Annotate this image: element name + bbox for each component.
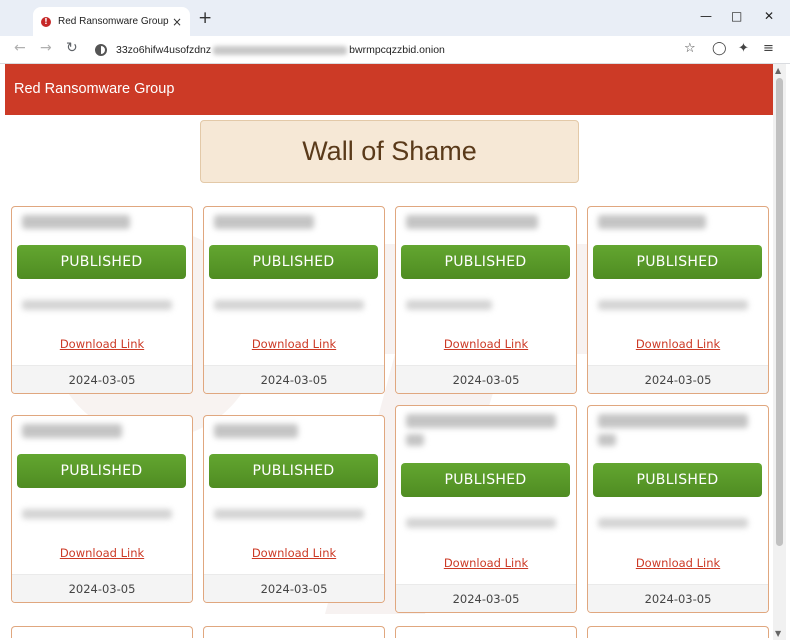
page-viewport: Red Ransomware Group Wall of Shame PUBLI…	[5, 64, 773, 640]
victim-card: PUBLISHED Download Link 2024-03-05	[587, 206, 769, 394]
published-button[interactable]: PUBLISHED	[17, 454, 186, 488]
download-link[interactable]: Download Link	[396, 556, 576, 570]
victim-name-redacted	[22, 215, 130, 229]
victim-name-redacted	[214, 424, 298, 438]
victim-name-redacted	[22, 424, 122, 438]
close-window-icon[interactable]: ✕	[764, 10, 774, 22]
victim-desc-redacted	[598, 300, 748, 310]
victim-desc-redacted	[406, 300, 492, 310]
victim-card: PUBLISHED Download Link 2024-03-05	[395, 405, 577, 613]
url-text: 33zo6hifw4usofzdnz bwrmpcqzzbid.onion	[116, 44, 445, 56]
victim-desc-redacted	[598, 518, 748, 528]
card-date: 2024-03-05	[12, 365, 192, 393]
download-link[interactable]: Download Link	[204, 337, 384, 351]
victim-card: PUBLISHED Download Link 2024-03-05	[11, 415, 193, 603]
download-link[interactable]: Download Link	[12, 337, 192, 351]
page-scrollbar[interactable]: ▲ ▼	[773, 64, 786, 640]
card-date: 2024-03-05	[588, 365, 768, 393]
download-link[interactable]: Download Link	[204, 546, 384, 560]
victim-desc-redacted	[22, 300, 172, 310]
victim-name-redacted	[406, 215, 538, 229]
download-link[interactable]: Download Link	[396, 337, 576, 351]
maximize-icon[interactable]: □	[731, 10, 742, 22]
browser-titlebar: ! Red Ransomware Group - Wall × + — □ ✕	[0, 0, 790, 36]
victim-card: PUBLISHED Download Link 2024-03-05	[587, 405, 769, 613]
forward-arrow-icon[interactable]: →	[40, 41, 52, 55]
download-link[interactable]: Download Link	[12, 546, 192, 560]
back-arrow-icon[interactable]: ←	[14, 41, 26, 55]
new-tab-button[interactable]: +	[198, 10, 212, 27]
download-link[interactable]: Download Link	[588, 556, 768, 570]
site-favicon-icon: !	[41, 16, 51, 27]
address-bar[interactable]: 33zo6hifw4usofzdnz bwrmpcqzzbid.onion	[88, 39, 704, 61]
published-button[interactable]: PUBLISHED	[401, 245, 570, 279]
site-header: Red Ransomware Group	[5, 64, 773, 115]
download-link[interactable]: Download Link	[588, 337, 768, 351]
victim-name-redacted	[598, 434, 616, 446]
minimize-icon[interactable]: —	[700, 10, 712, 22]
card-date: 2024-03-05	[396, 584, 576, 612]
victim-card-partial	[395, 626, 577, 638]
scroll-up-icon[interactable]: ▲	[775, 66, 781, 75]
victim-desc-redacted	[22, 509, 172, 519]
url-start: 33zo6hifw4usofzdnz	[116, 44, 212, 56]
victim-name-redacted	[598, 215, 706, 229]
victim-card: PUBLISHED Download Link 2024-03-05	[395, 206, 577, 394]
victim-desc-redacted	[406, 518, 556, 528]
victim-card: PUBLISHED Download Link 2024-03-05	[203, 206, 385, 394]
page-title: Wall of Shame	[302, 136, 477, 166]
published-button[interactable]: PUBLISHED	[209, 454, 378, 488]
victim-card: PUBLISHED Download Link 2024-03-05	[203, 415, 385, 603]
menu-icon[interactable]: ≡	[763, 42, 774, 55]
card-date: 2024-03-05	[204, 574, 384, 602]
victim-card-partial	[11, 626, 193, 638]
close-tab-icon[interactable]: ×	[172, 16, 182, 28]
scroll-thumb[interactable]	[776, 78, 783, 546]
victim-desc-redacted	[214, 509, 364, 519]
card-date: 2024-03-05	[396, 365, 576, 393]
card-date: 2024-03-05	[204, 365, 384, 393]
card-date: 2024-03-05	[588, 584, 768, 612]
shield-icon[interactable]: ◯	[712, 42, 727, 55]
victim-name-redacted	[406, 434, 424, 446]
victim-name-redacted	[214, 215, 314, 229]
reload-icon[interactable]: ↻	[66, 41, 78, 55]
site-info-icon[interactable]	[95, 44, 107, 56]
victim-card: PUBLISHED Download Link 2024-03-05	[11, 206, 193, 394]
star-icon[interactable]: ☆	[684, 42, 696, 55]
tab-title: Red Ransomware Group - Wall	[58, 16, 170, 27]
published-button[interactable]: PUBLISHED	[17, 245, 186, 279]
published-button[interactable]: PUBLISHED	[593, 463, 762, 497]
wall-title-box: Wall of Shame	[200, 120, 579, 183]
url-end: bwrmpcqzzbid.onion	[349, 44, 445, 56]
published-button[interactable]: PUBLISHED	[401, 463, 570, 497]
browser-toolbar: ← → ↻ 33zo6hifw4usofzdnz bwrmpcqzzbid.on…	[0, 36, 790, 64]
victim-card-partial	[587, 626, 769, 638]
victim-card-partial	[203, 626, 385, 638]
card-date: 2024-03-05	[12, 574, 192, 602]
victim-name-redacted	[406, 414, 556, 428]
scroll-down-icon[interactable]: ▼	[775, 629, 781, 638]
victim-name-redacted	[598, 414, 748, 428]
browser-tab[interactable]: ! Red Ransomware Group - Wall ×	[33, 7, 190, 36]
victim-desc-redacted	[214, 300, 364, 310]
published-button[interactable]: PUBLISHED	[209, 245, 378, 279]
url-redacted	[213, 45, 348, 55]
published-button[interactable]: PUBLISHED	[593, 245, 762, 279]
extensions-icon[interactable]: ✦	[738, 42, 749, 55]
site-brand[interactable]: Red Ransomware Group	[14, 81, 174, 97]
